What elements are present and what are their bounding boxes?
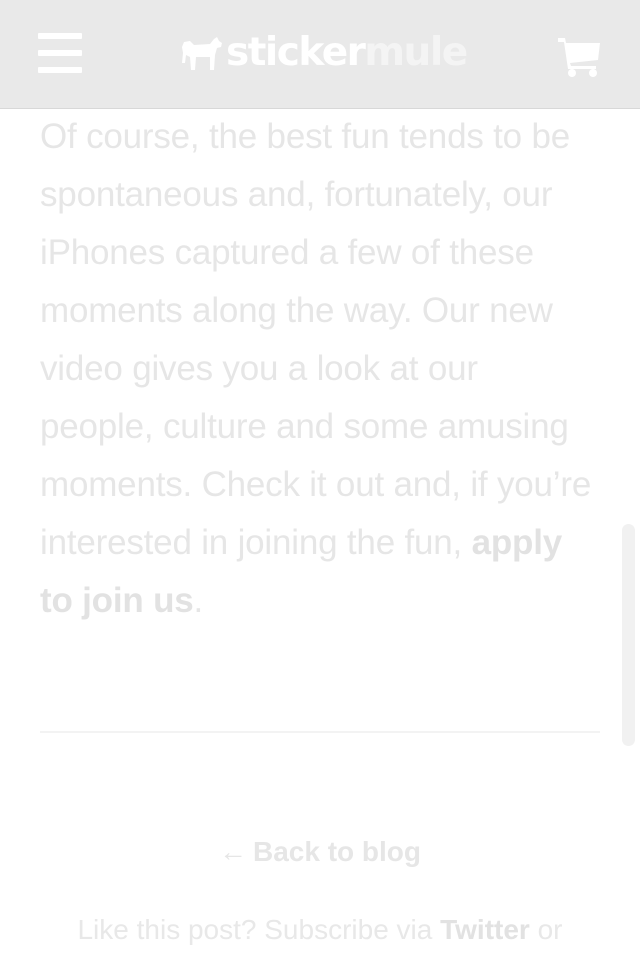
hamburger-icon[interactable]	[38, 33, 82, 73]
logo-word-sticker: sticker	[226, 30, 366, 75]
paragraph-text: Of course, the best fun tends to be spon…	[40, 117, 592, 562]
article-body: Of course, the best fun tends to be spon…	[40, 108, 600, 630]
scrollbar-thumb[interactable]	[622, 524, 635, 746]
logo-word-mule: mule	[364, 30, 468, 75]
back-to-blog-label: Back to blog	[252, 836, 421, 867]
subscribe-line: Like this post? Subscribe via Twitter or	[0, 910, 640, 950]
section-divider	[40, 731, 600, 733]
twitter-link[interactable]: Twitter	[440, 914, 530, 945]
mule-icon	[182, 37, 222, 70]
back-to-blog-link[interactable]: ← Back to blog	[0, 832, 640, 872]
subscribe-prefix: Like this post? Subscribe via	[77, 914, 441, 945]
top-nav-bar: sticker mule	[0, 0, 640, 109]
left-arrow-icon: ←	[218, 836, 247, 867]
cart-icon[interactable]	[556, 34, 604, 78]
subscribe-suffix: or	[529, 914, 563, 945]
article-paragraph: Of course, the best fun tends to be spon…	[40, 108, 600, 630]
sticker-mule-logo[interactable]: sticker mule	[180, 28, 468, 78]
paragraph-end-punct: .	[193, 581, 204, 620]
